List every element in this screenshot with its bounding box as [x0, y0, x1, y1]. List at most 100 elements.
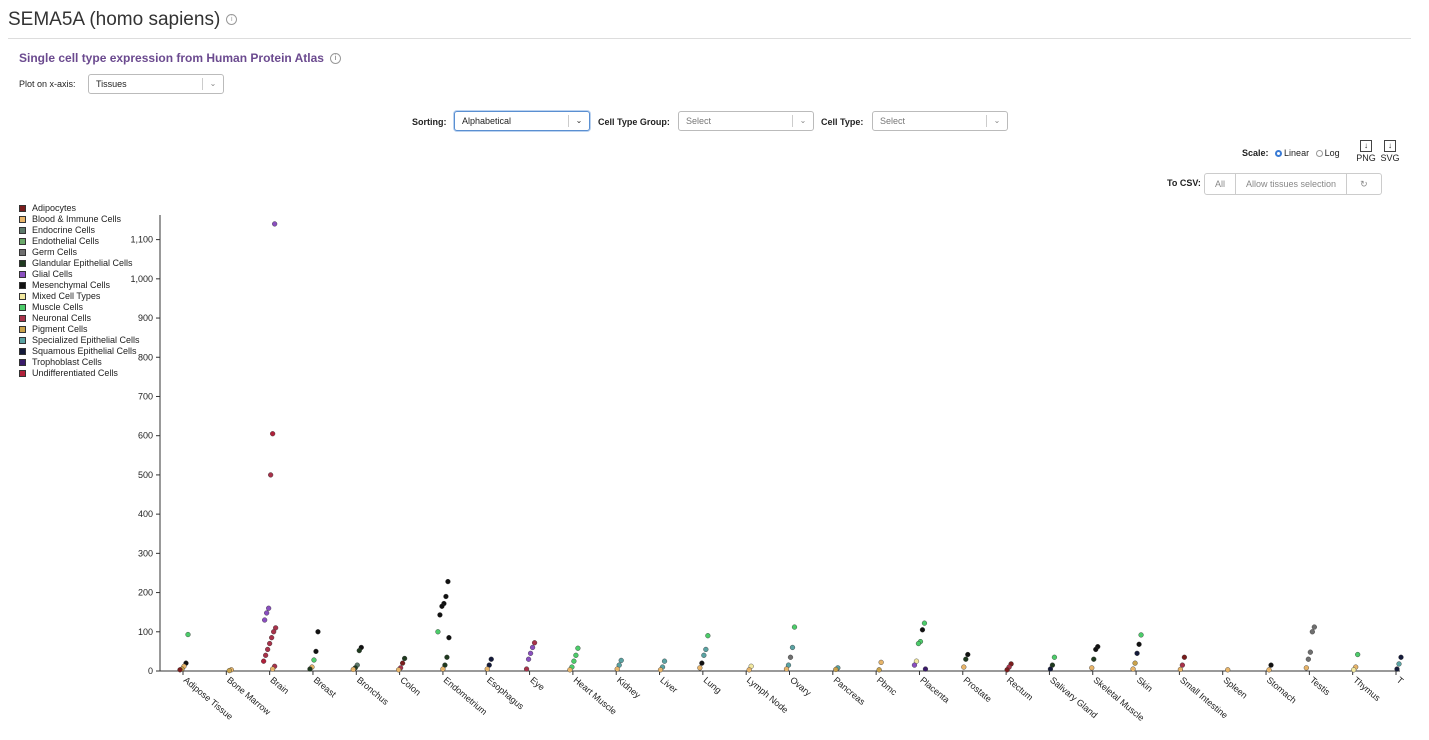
data-point [573, 652, 579, 658]
data-point [963, 656, 969, 662]
data-point [1309, 629, 1315, 635]
x-tick-label: Testis [1308, 675, 1332, 698]
data-point [911, 662, 918, 668]
x-tick-label: Breast [312, 675, 339, 700]
x-tick-label: Spleen [1221, 675, 1249, 701]
data-point [272, 221, 278, 227]
data-point [701, 652, 707, 658]
data-point [439, 603, 445, 609]
data-point [661, 658, 668, 664]
data-point [271, 629, 277, 635]
data-point [1179, 662, 1185, 668]
data-point [311, 657, 317, 663]
data-point [400, 660, 406, 666]
data-point [1225, 667, 1231, 673]
x-tick-label: Rectum [1005, 675, 1035, 703]
data-point [697, 665, 703, 671]
data-point [575, 645, 581, 651]
data-point [614, 666, 620, 672]
data-point [1303, 665, 1309, 671]
data-point [1394, 666, 1400, 672]
x-tick-label: Ovary [788, 675, 813, 698]
data-point [833, 666, 839, 673]
y-tick-label: 1,100 [130, 235, 153, 245]
data-point [313, 648, 319, 654]
y-tick-label: 500 [138, 470, 153, 480]
data-point [185, 631, 191, 638]
data-point [915, 640, 922, 647]
data-point [396, 667, 402, 673]
y-tick-label: 700 [138, 391, 153, 401]
data-point [1181, 654, 1187, 660]
x-tick-label: Prostate [962, 675, 994, 704]
x-tick-label: Pbmc [875, 675, 899, 698]
x-tick-label: Skin [1135, 675, 1155, 694]
data-point [440, 666, 446, 672]
x-tick-label: Heart Muscle [572, 675, 619, 717]
data-point [264, 610, 270, 616]
y-tick-label: 200 [138, 588, 153, 598]
data-point [791, 624, 798, 630]
data-point [268, 472, 274, 478]
data-point [703, 646, 709, 653]
data-point [1089, 665, 1095, 671]
x-tick-label: Lymph Node [745, 675, 790, 715]
data-point [444, 654, 450, 660]
data-point [1177, 666, 1183, 673]
x-tick-label: Kidney [615, 675, 643, 701]
data-point [1134, 650, 1140, 656]
data-point [783, 666, 790, 672]
data-point [1307, 649, 1313, 655]
x-tick-label: Stomach [1265, 675, 1299, 705]
data-point [1051, 654, 1058, 660]
data-point [315, 629, 321, 635]
data-point [1138, 632, 1144, 638]
x-tick-label: Colon [398, 675, 422, 698]
data-point [269, 635, 275, 641]
x-tick-label: Esophagus [485, 675, 526, 712]
data-point [1268, 662, 1274, 668]
y-tick-label: 0 [148, 666, 153, 676]
data-point [567, 667, 573, 673]
data-point [350, 666, 356, 673]
data-point [437, 612, 443, 618]
data-point [523, 666, 530, 672]
scatter-chart: 01002003004005006007008009001,0001,100Ad… [130, 215, 1406, 723]
x-tick-label: Liver [658, 675, 679, 695]
data-point [435, 629, 441, 635]
y-tick-label: 100 [138, 627, 153, 637]
data-point [1311, 624, 1317, 630]
data-point [921, 620, 928, 626]
data-point [919, 627, 926, 633]
data-point [787, 654, 794, 660]
x-tick-label: Brain [268, 675, 291, 696]
data-point [356, 648, 362, 654]
data-point [488, 656, 494, 662]
data-point [1132, 660, 1138, 666]
data-point [263, 652, 269, 658]
x-tick-label: Lung [702, 675, 724, 696]
data-point [402, 655, 408, 662]
data-point [1091, 656, 1097, 662]
data-point [266, 605, 272, 611]
x-tick-label: Endometrium [442, 675, 489, 717]
y-tick-label: 800 [138, 352, 153, 362]
data-point [307, 666, 313, 672]
data-point [1351, 667, 1357, 673]
data-point [705, 633, 711, 639]
data-point [270, 666, 276, 672]
data-point [531, 640, 538, 646]
data-point [267, 640, 273, 647]
data-point [1305, 656, 1311, 662]
y-tick-label: 900 [138, 313, 153, 323]
data-point [262, 617, 268, 623]
data-point [1398, 654, 1404, 660]
data-point [571, 658, 577, 664]
data-point [525, 656, 532, 662]
data-point [177, 667, 183, 673]
data-point [529, 644, 536, 651]
data-point [1136, 641, 1142, 647]
x-tick-label: T [1395, 675, 1406, 687]
data-point [876, 667, 882, 673]
data-point [261, 658, 267, 664]
